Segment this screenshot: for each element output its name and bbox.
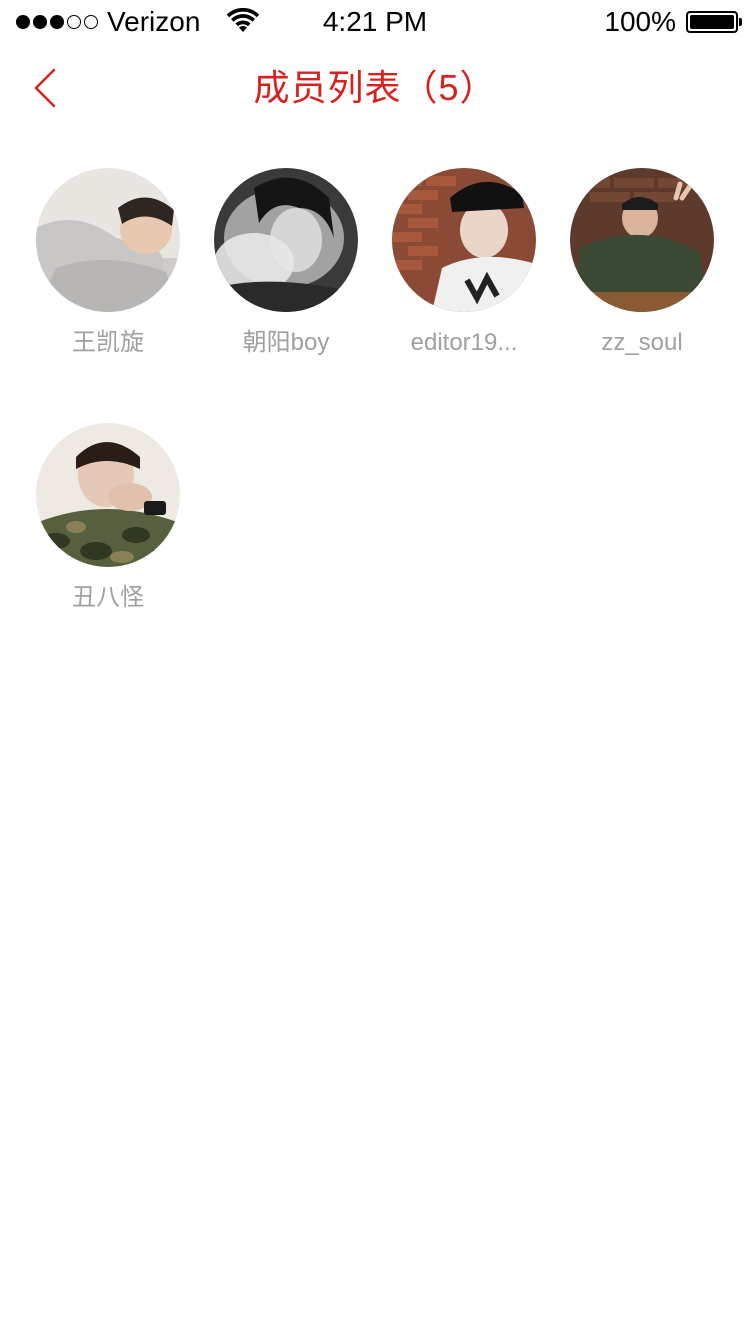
- member-item[interactable]: 王凯旋: [19, 168, 197, 360]
- page-title: 成员列表（5）: [253, 67, 497, 108]
- avatar: [36, 423, 180, 567]
- avatar: [36, 168, 180, 312]
- battery-percent: 100%: [604, 6, 676, 37]
- member-name: 丑八怪: [72, 584, 144, 611]
- avatar: [392, 168, 536, 312]
- battery-status: 100%: [604, 6, 742, 38]
- battery-icon: [686, 11, 742, 33]
- avatar: [570, 168, 714, 312]
- member-item[interactable]: 丑八怪: [19, 423, 197, 615]
- member-item[interactable]: 朝阳boy: [197, 168, 375, 360]
- status-bar: Verizon 4:21 PM 100%: [0, 0, 750, 44]
- member-item[interactable]: zz_soul: [553, 168, 731, 360]
- member-name: zz_soul: [601, 329, 683, 356]
- member-name: editor19...: [410, 329, 518, 356]
- avatar: [214, 168, 358, 312]
- member-name: 王凯旋: [72, 329, 144, 356]
- nav-bar: 成员列表（5）: [0, 44, 750, 132]
- member-item[interactable]: editor19...: [375, 168, 553, 360]
- member-name: 朝阳boy: [242, 329, 330, 356]
